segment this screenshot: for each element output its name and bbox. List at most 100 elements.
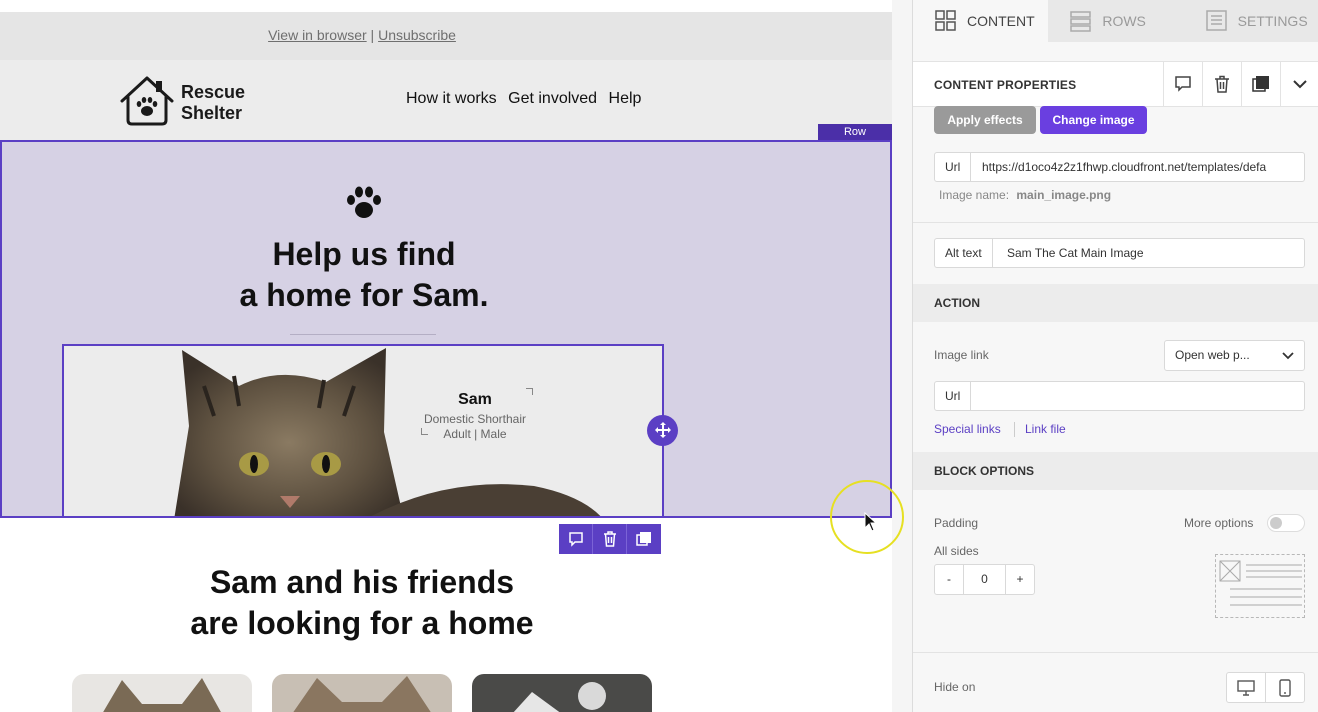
tab-content[interactable]: CONTENT — [913, 0, 1049, 42]
tab-rows[interactable]: ROWS — [1048, 0, 1183, 42]
section-title-line-1: Sam and his friends — [209, 564, 515, 600]
panel-tabs: CONTENT ROWS SETTINGS — [913, 0, 1318, 42]
image-link-label: Image link — [934, 348, 989, 362]
comment-button[interactable] — [559, 524, 593, 554]
link-url-field[interactable]: Url — [934, 381, 1305, 411]
duplicate-icon — [636, 532, 651, 546]
hero-title-line-1: Help us find — [272, 236, 456, 272]
cat-details: Adult | Male — [443, 427, 507, 441]
hide-on-devices — [1226, 672, 1305, 703]
cat-thumb-2 — [293, 676, 431, 712]
image-link-select[interactable]: Open web p... — [1164, 340, 1305, 371]
padding-stepper[interactable]: - 0 + — [934, 564, 1035, 595]
cat-name: Sam — [458, 391, 492, 408]
block-toolbar — [559, 524, 661, 554]
nav-get-involved[interactable]: Get involved — [508, 90, 597, 107]
properties-actions — [1163, 62, 1318, 106]
special-links-link[interactable]: Special links — [934, 422, 1001, 436]
preheader-links: View in browser | Unsubscribe — [0, 27, 724, 43]
image-url-label: Url — [935, 153, 972, 181]
image-name-row: Image name: main_image.png — [939, 188, 1111, 202]
friend-photo-2[interactable] — [272, 674, 452, 712]
move-arrows-icon — [654, 422, 671, 438]
more-options-toggle[interactable] — [1267, 514, 1305, 532]
duplicate-icon — [1252, 76, 1269, 92]
padding-label: Padding — [934, 516, 979, 530]
image-url-input[interactable]: https://d1oco4z2z1fhwp.cloudfront.net/te… — [982, 153, 1298, 181]
image-link-selected: Open web p... — [1175, 348, 1250, 362]
properties-panel: CONTENT ROWS SETTINGS CONTENT PROPERTIES… — [912, 0, 1318, 712]
chevron-down-icon — [1282, 352, 1294, 360]
padding-preview — [1215, 554, 1305, 618]
props-collapse-button[interactable] — [1280, 62, 1318, 106]
trash-icon — [603, 531, 616, 547]
duplicate-block-button[interactable] — [627, 524, 661, 554]
image-url-field[interactable]: Url https://d1oco4z2z1fhwp.cloudfront.ne… — [934, 152, 1305, 182]
mouse-pointer-icon — [864, 512, 878, 532]
tab-content-label: CONTENT — [967, 13, 1035, 29]
alt-text-input[interactable]: Sam The Cat Main Image — [1007, 239, 1297, 267]
email-header: Rescue Shelter How it works Get involved… — [0, 60, 892, 140]
more-options-label: More options — [1184, 516, 1254, 530]
cat-thumb-3 — [513, 682, 606, 712]
padding-value[interactable]: 0 — [963, 565, 1006, 594]
comment-icon — [568, 532, 583, 547]
image-name-label: Image name: — [939, 188, 1010, 202]
unsubscribe-link[interactable]: Unsubscribe — [378, 27, 456, 43]
change-image-button[interactable]: Change image — [1040, 106, 1147, 134]
block-options-section-header: BLOCK OPTIONS — [913, 452, 1318, 490]
link-url-input[interactable] — [982, 382, 1298, 410]
house-paw-icon — [120, 76, 174, 126]
content-properties-bar: CONTENT PROPERTIES — [913, 61, 1318, 107]
link-separator: | — [366, 27, 379, 43]
friend-photo-1[interactable] — [72, 674, 252, 712]
hide-on-desktop-button[interactable] — [1227, 673, 1266, 702]
nav-help[interactable]: Help — [609, 90, 642, 107]
tab-settings[interactable]: SETTINGS — [1184, 0, 1318, 42]
logo-line-1: Rescue — [181, 82, 246, 102]
cat-info-card: Sam Domestic Shorthair Adult | Male — [419, 388, 531, 442]
props-comment-button[interactable] — [1163, 62, 1202, 106]
image-name-value: main_image.png — [1016, 188, 1112, 202]
divider — [913, 652, 1318, 653]
email-canvas[interactable]: View in browser | Unsubscribe Rescue She… — [0, 0, 912, 712]
divider — [913, 222, 1318, 223]
hero-divider — [290, 334, 436, 335]
link-file-link[interactable]: Link file — [1025, 422, 1066, 436]
padding-increment-button[interactable]: + — [1006, 565, 1034, 594]
row-label-tag[interactable]: Row — [818, 124, 892, 141]
padding-decrement-button[interactable]: - — [935, 565, 963, 594]
logo-line-2: Shelter — [181, 103, 243, 123]
preheader-bar: View in browser | Unsubscribe — [0, 12, 892, 60]
cat-photo — [64, 346, 662, 516]
friend-photo-3[interactable] — [472, 674, 652, 712]
alt-text-label: Alt text — [935, 239, 993, 267]
link-divider — [1014, 422, 1015, 437]
mobile-icon — [1279, 678, 1291, 697]
hero-title: Help us find a home for Sam. — [2, 234, 726, 316]
tab-settings-label: SETTINGS — [1237, 13, 1308, 29]
nav-how-it-works[interactable]: How it works — [406, 90, 497, 107]
apply-effects-button[interactable]: Apply effects — [934, 106, 1036, 134]
view-in-browser-link[interactable]: View in browser — [268, 27, 367, 43]
props-duplicate-button[interactable] — [1241, 62, 1280, 106]
hide-on-mobile-button[interactable] — [1266, 673, 1305, 702]
rescue-shelter-logo: Rescue Shelter — [118, 74, 248, 128]
email-nav: How it works Get involved Help — [406, 90, 648, 108]
hero-row[interactable]: Help us find a home for Sam. Sam Domesti… — [0, 140, 892, 518]
corner-mark-bottom-left — [421, 428, 428, 435]
tab-rows-label: ROWS — [1102, 13, 1146, 29]
props-delete-button[interactable] — [1202, 62, 1241, 106]
alt-text-field[interactable]: Alt text Sam The Cat Main Image — [934, 238, 1305, 268]
delete-block-button[interactable] — [593, 524, 627, 554]
main-image-block[interactable]: Sam Domestic Shorthair Adult | Male — [62, 344, 664, 518]
cat-breed: Domestic Shorthair — [423, 412, 527, 426]
rows-icon — [1070, 11, 1092, 32]
block-layout-preview-icon — [1219, 560, 1302, 606]
section-title-line-2: are looking for a home — [190, 605, 534, 641]
hero-title-line-2: a home for Sam. — [239, 277, 489, 313]
move-handle-icon[interactable] — [647, 415, 678, 446]
section-title: Sam and his friends are looking for a ho… — [0, 562, 724, 644]
link-url-label: Url — [935, 382, 972, 410]
trash-icon — [1215, 75, 1229, 93]
